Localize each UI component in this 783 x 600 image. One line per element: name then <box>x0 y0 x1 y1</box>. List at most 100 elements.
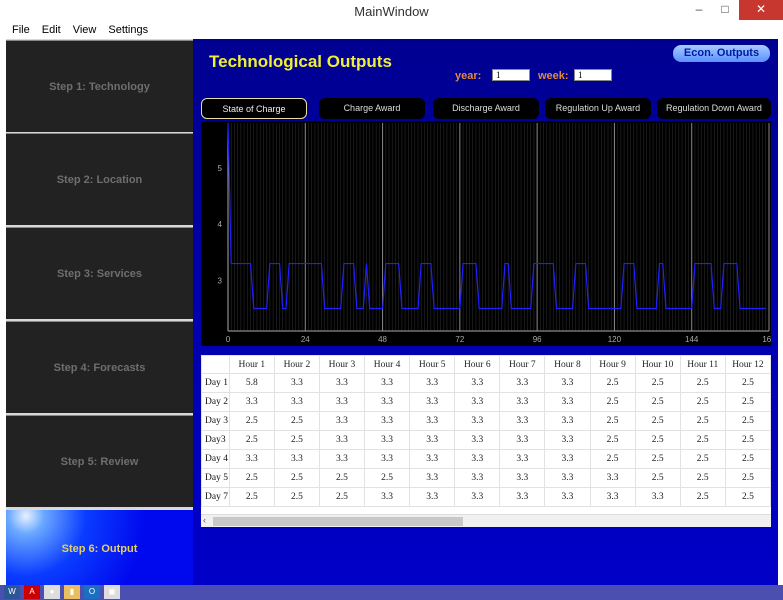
data-table: Hour 1 Hour 2 Hour 3 Hour 4 Hour 5 Hour 6 Hour… <box>201 355 771 527</box>
sidebar-step-forecasts[interactable]: Step 4: Forecasts <box>6 321 193 413</box>
table-cell: 2.5 <box>724 411 771 431</box>
word-icon[interactable]: W <box>4 585 20 599</box>
taskbar: W A ● ▮ O ▣ <box>0 585 783 600</box>
table-cell: 2.5 <box>724 373 771 393</box>
table-cell: 2.5 <box>679 430 726 450</box>
tab-discharge-award[interactable]: Discharge Award <box>433 98 539 119</box>
table-cell: 3.3 <box>499 487 546 507</box>
minimize-button[interactable]: – <box>686 0 712 20</box>
corner-cell <box>201 355 230 374</box>
table-cell: 3.3 <box>499 468 546 488</box>
column-header: Hour 2 <box>273 355 320 374</box>
table-cell: 3.3 <box>499 373 546 393</box>
table-cell: 3.3 <box>409 392 456 412</box>
table-row: Day 7 2.5 2.5 2.5 3.3 3.3 3.3 3.3 3.3 3.3 3.3 2.5 2.… <box>201 487 771 507</box>
window-title: MainWindow <box>354 4 429 19</box>
table-cell: 2.5 <box>228 430 275 450</box>
sidebar-step-technology[interactable]: Step 1: Technology <box>6 40 193 132</box>
x-tick-label: 96 <box>533 335 542 344</box>
table-cell: 2.5 <box>589 430 636 450</box>
table-cell: 2.5 <box>634 449 681 469</box>
horizontal-scrollbar[interactable]: ‹ <box>201 514 771 527</box>
year-input[interactable]: 1 <box>492 69 530 81</box>
outlook-icon[interactable]: O <box>84 585 100 599</box>
econ-outputs-button[interactable]: Econ. Outputs <box>673 45 770 62</box>
y-tick-label: 4 <box>218 220 223 229</box>
x-tick-label: 72 <box>455 335 464 344</box>
table-row: Day3 2.5 2.5 3.3 3.3 3.3 3.3 3.3 3.3 2.5 2.5 2.5 2.5 <box>201 430 771 450</box>
row-header: Day3 <box>201 430 230 450</box>
scrollbar-thumb[interactable] <box>213 517 463 526</box>
table-cell: 3.3 <box>589 468 636 488</box>
column-header: Hour 3 <box>318 355 366 374</box>
close-button[interactable]: ✕ <box>739 0 783 20</box>
y-tick-label: 5 <box>218 164 223 173</box>
column-header: Hour 11 <box>679 355 726 374</box>
table-cell: 3.3 <box>454 392 501 412</box>
tab-regulation-up-award[interactable]: Regulation Up Award <box>545 98 651 119</box>
column-header: Hour 12 <box>724 355 771 374</box>
menu-file[interactable]: File <box>6 21 36 38</box>
chrome-icon[interactable]: ● <box>44 585 60 599</box>
row-header: Day 1 <box>201 373 230 393</box>
column-header: Hour 9 <box>589 355 636 374</box>
sidebar-step-location[interactable]: Step 2: Location <box>6 133 193 225</box>
table-row: Day 1 5.8 3.3 3.3 3.3 3.3 3.3 3.3 3.3 2.5 2.5 2.5 2.… <box>201 373 771 393</box>
maximize-button[interactable]: □ <box>712 0 738 20</box>
table-cell: 2.5 <box>634 373 681 393</box>
table-row: Day 5 2.5 2.5 2.5 2.5 3.3 3.3 3.3 3.3 3.3 2.5 2.5 2.… <box>201 468 771 488</box>
main-panel: Technological Outputs Econ. Outputs year… <box>193 39 778 585</box>
table-cell: 2.5 <box>364 468 411 488</box>
table-cell: 3.3 <box>228 449 275 469</box>
sidebar-step-review[interactable]: Step 5: Review <box>6 415 193 507</box>
sidebar-step-services[interactable]: Step 3: Services <box>6 227 193 319</box>
table-cell: 3.3 <box>544 449 591 469</box>
table-cell: 2.5 <box>228 487 275 507</box>
menu-view[interactable]: View <box>67 21 103 38</box>
sidebar: Step 1: Technology Step 2: Location Step… <box>6 39 193 587</box>
row-header: Day 4 <box>201 449 230 469</box>
column-header: Hour 7 <box>499 355 546 374</box>
acrobat-icon[interactable]: A <box>24 585 40 599</box>
app-icon[interactable]: ▣ <box>104 585 120 599</box>
table-cell: 3.3 <box>499 392 546 412</box>
table-row: Day 3 2.5 2.5 3.3 3.3 3.3 3.3 3.3 3.3 2.5 2.5 2.5 2.… <box>201 411 771 431</box>
table-cell: 3.3 <box>544 487 591 507</box>
table-row: Day 2 3.3 3.3 3.3 3.3 3.3 3.3 3.3 3.3 2.5 2.5 2.5 2.… <box>201 392 771 412</box>
table-cell: 2.5 <box>634 468 681 488</box>
row-header: Day 3 <box>201 411 230 431</box>
sidebar-step-output[interactable]: Step 6: Output <box>6 509 193 587</box>
column-header: Hour 5 <box>409 355 456 374</box>
scroll-left-icon[interactable]: ‹ <box>203 515 206 525</box>
column-header: Hour 8 <box>544 355 591 374</box>
menu-settings[interactable]: Settings <box>102 21 154 38</box>
tab-regulation-down-award[interactable]: Regulation Down Award <box>657 98 771 119</box>
table-cell: 2.5 <box>273 468 320 488</box>
table-cell: 3.3 <box>364 392 411 412</box>
table-cell: 3.3 <box>364 487 411 507</box>
table-cell: 3.3 <box>499 449 546 469</box>
table-cell: 3.3 <box>273 392 320 412</box>
table-cell: 2.5 <box>724 468 771 488</box>
table-cell: 3.3 <box>318 449 366 469</box>
table-cell: 5.8 <box>228 373 275 393</box>
tab-state-of-charge[interactable]: State of Charge <box>201 98 307 119</box>
table-cell: 3.3 <box>364 449 411 469</box>
table-cell: 2.5 <box>273 487 320 507</box>
table-cell: 3.3 <box>589 487 636 507</box>
table-cell: 3.3 <box>499 411 546 431</box>
x-tick-label: 120 <box>608 335 622 344</box>
table-cell: 2.5 <box>318 487 366 507</box>
state-of-charge-chart: 0 24 48 72 96 120 144 168 3 4 5 <box>201 121 776 346</box>
week-input[interactable]: 1 <box>574 69 612 81</box>
column-header: Hour 4 <box>364 355 411 374</box>
table-cell: 3.3 <box>318 373 366 393</box>
table-cell: 3.3 <box>409 468 456 488</box>
tab-charge-award[interactable]: Charge Award <box>319 98 425 119</box>
table-cell: 2.5 <box>679 449 726 469</box>
menu-bar: File Edit View Settings <box>0 21 783 38</box>
table-cell: 3.3 <box>273 449 320 469</box>
folder-icon[interactable]: ▮ <box>64 585 80 599</box>
hourly-table: Hour 1 Hour 2 Hour 3 Hour 4 Hour 5 Hour 6 Hour… <box>201 355 771 507</box>
menu-edit[interactable]: Edit <box>36 21 67 38</box>
